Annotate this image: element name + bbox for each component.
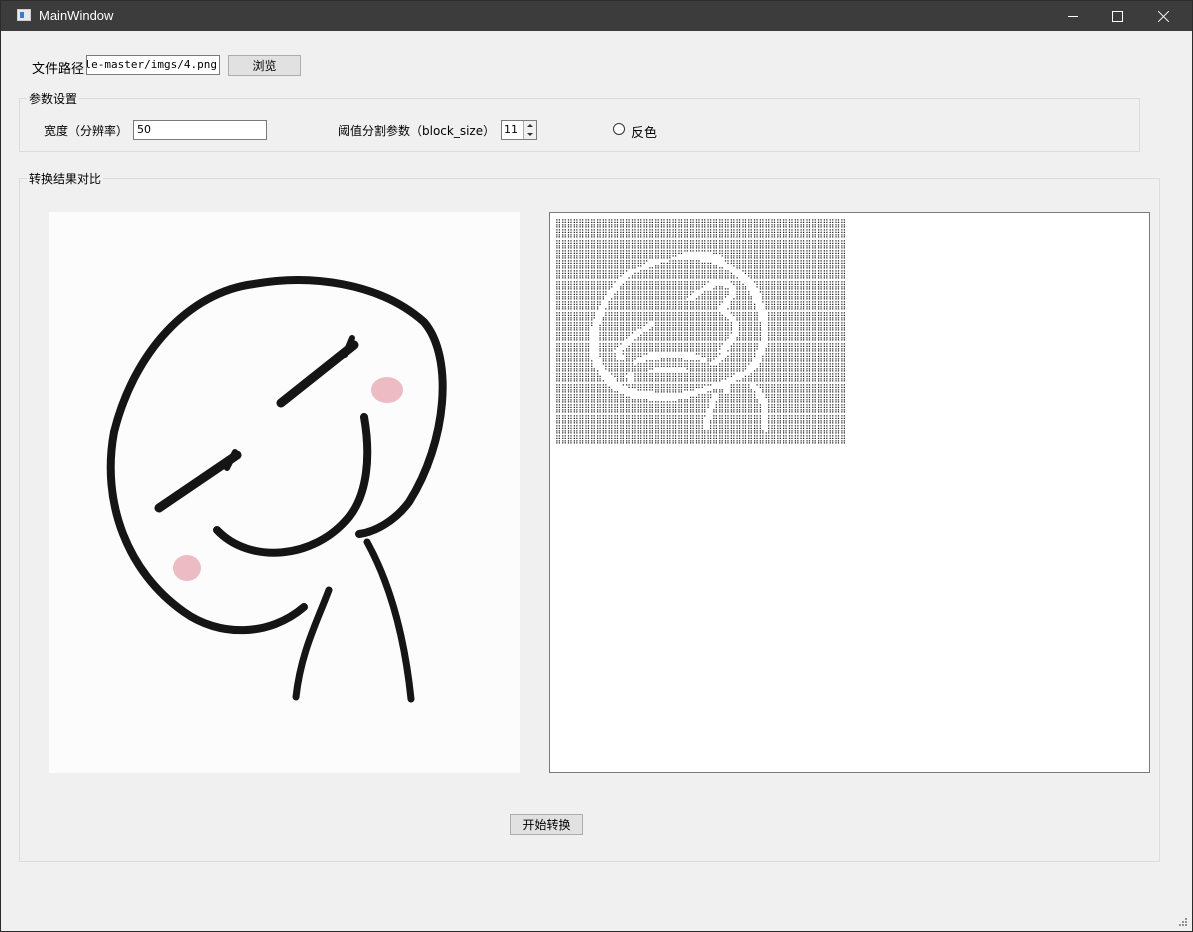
invert-label[interactable]: 反色: [631, 122, 657, 141]
browse-button[interactable]: 浏览: [228, 55, 301, 76]
spin-down-button[interactable]: [523, 130, 536, 139]
ascii-output-textbox[interactable]: ⣿⣿⣿⣿⣿⣿⣿⣿⣿⣿⣿⣿⣿⣿⣿⣿⣿⣿⣿⣿⣿⣿⣿⣿⣿⣿⣿⣿⣿⣿⣿⣿⣿⣿⣿⣿⣿⣿⣿⣿…: [549, 212, 1150, 773]
close-icon: [1157, 10, 1170, 23]
width-input[interactable]: 50: [133, 120, 267, 140]
head-outline: [106, 276, 447, 635]
width-label: 宽度（分辨率）: [44, 124, 129, 138]
block-size-label: 阈值分割参数（block_size）: [338, 124, 496, 138]
left-cheek-blush: [173, 555, 201, 581]
eye-tick-left: [224, 449, 238, 471]
start-convert-button[interactable]: 开始转换: [510, 814, 583, 835]
maximize-button[interactable]: [1094, 1, 1140, 31]
smiling-face-drawing: [106, 276, 447, 703]
window-title: MainWindow: [39, 8, 114, 23]
file-path-label: 文件路径: [32, 62, 85, 77]
main-window: MainWindow 文件路径 ille-master/imgs/4.png 浏…: [0, 0, 1193, 932]
close-button[interactable]: [1140, 1, 1186, 31]
source-image-panel: [49, 212, 520, 773]
spin-up-arrow-icon: [527, 124, 533, 127]
left-eye: [154, 450, 242, 513]
title-bar[interactable]: MainWindow: [1, 1, 1192, 31]
block-size-spinbox[interactable]: 11: [501, 120, 537, 140]
right-cheek-blush: [371, 377, 403, 403]
file-path-value: ille-master/imgs/4.png: [86, 58, 217, 71]
resize-grip-icon[interactable]: [1179, 918, 1188, 927]
neck-line: [363, 538, 415, 703]
app-window-icon: [17, 9, 31, 21]
maximize-icon: [1111, 10, 1123, 22]
minimize-button[interactable]: [1050, 1, 1096, 31]
block-size-value: 11: [504, 123, 518, 136]
minimize-icon: [1068, 15, 1078, 17]
spin-down-arrow-icon: [527, 133, 533, 136]
result-group-title: 转换结果对比: [27, 170, 104, 187]
mouth: [213, 413, 372, 557]
ascii-art-text: ⣿⣿⣿⣿⣿⣿⣿⣿⣿⣿⣿⣿⣿⣿⣿⣿⣿⣿⣿⣿⣿⣿⣿⣿⣿⣿⣿⣿⣿⣿⣿⣿⣿⣿⣿⣿⣿⣿⣿⣿…: [555, 219, 846, 446]
file-path-input[interactable]: ille-master/imgs/4.png: [86, 55, 220, 75]
invert-radio[interactable]: [613, 123, 625, 135]
params-group-title: 参数设置: [27, 90, 80, 107]
